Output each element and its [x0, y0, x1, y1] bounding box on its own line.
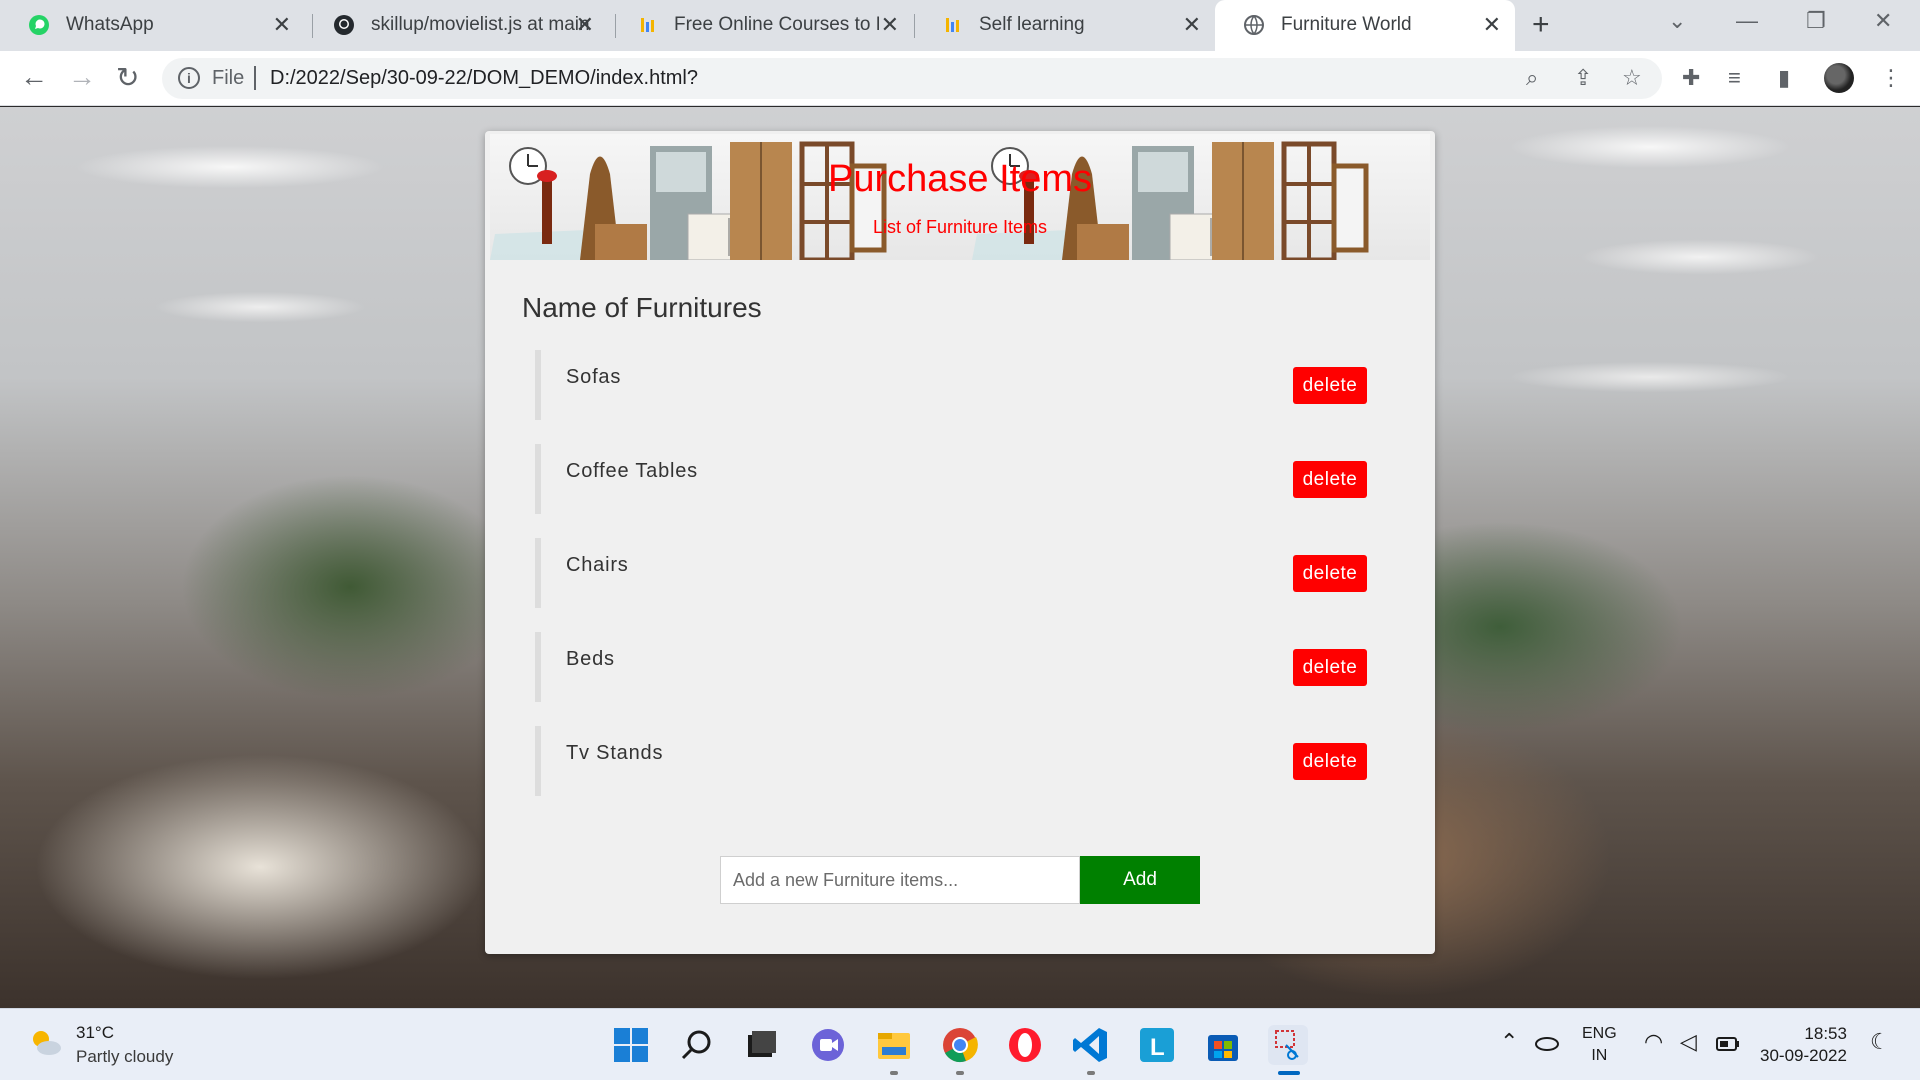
tab-title: Furniture World — [1281, 14, 1412, 35]
item-label: Coffee Tables — [566, 460, 698, 482]
tab-whatsapp[interactable]: WhatsApp ✕ — [0, 0, 305, 51]
extensions-icon[interactable]: ✚ — [1682, 65, 1700, 91]
delete-button[interactable]: delete — [1293, 649, 1367, 686]
delete-button[interactable]: delete — [1293, 367, 1367, 404]
reload-icon[interactable]: ↻ — [116, 61, 139, 94]
close-icon[interactable]: ✕ — [273, 12, 291, 38]
active-indicator — [1278, 1071, 1300, 1075]
avatar[interactable] — [1824, 63, 1854, 93]
store-icon[interactable] — [1203, 1025, 1243, 1065]
tab-strip: WhatsApp ✕ skillup/movielist.js at main … — [0, 0, 1920, 51]
lang-line2: IN — [1591, 1047, 1608, 1064]
minimize-icon[interactable]: — — [1736, 8, 1758, 34]
banner-title: Purchase Items — [828, 158, 1092, 200]
zoom-icon[interactable]: ⌕ — [1526, 65, 1538, 91]
close-icon[interactable]: ✕ — [576, 12, 594, 38]
info-icon[interactable]: i — [178, 67, 200, 89]
running-indicator — [890, 1071, 898, 1075]
language-indicator[interactable]: ENG IN — [1582, 1023, 1617, 1067]
forward-icon[interactable]: → — [68, 61, 96, 93]
running-indicator — [956, 1071, 964, 1075]
page-viewport: Purchase Items List of Furniture Items N… — [0, 107, 1920, 1008]
l-app-icon[interactable]: L — [1137, 1025, 1177, 1065]
address-url[interactable]: D:/2022/Sep/30-09-22/DOM_DEMO/index.html… — [270, 67, 698, 90]
tab-furniture-world[interactable]: Furniture World ✕ — [1215, 0, 1515, 51]
item-label: Beds — [566, 648, 615, 670]
close-icon[interactable]: ✕ — [1183, 12, 1201, 38]
battery-icon[interactable] — [1716, 1037, 1740, 1051]
new-item-input[interactable] — [720, 856, 1080, 904]
svg-text:L: L — [1150, 1034, 1165, 1061]
restore-icon[interactable]: ❐ — [1806, 8, 1826, 34]
furniture-card: Purchase Items List of Furniture Items N… — [485, 131, 1435, 954]
tab-github[interactable]: skillup/movielist.js at main ✕ — [305, 0, 608, 51]
tab-title: Self learning — [979, 14, 1085, 35]
partly-cloudy-icon[interactable] — [28, 1027, 62, 1057]
address-scheme: File — [212, 67, 245, 89]
banner: Purchase Items List of Furniture Items — [490, 134, 1430, 260]
clock-time: 18:53 — [1804, 1024, 1847, 1043]
lang-line1: ENG — [1582, 1025, 1617, 1042]
delete-button[interactable]: delete — [1293, 555, 1367, 592]
delete-button[interactable]: delete — [1293, 743, 1367, 780]
search-icon[interactable] — [677, 1025, 717, 1065]
vscode-icon[interactable] — [1071, 1025, 1111, 1065]
menu-icon[interactable]: ⋮ — [1880, 65, 1902, 91]
tab-search-icon[interactable]: ⌄ — [1668, 8, 1686, 34]
browser-toolbar: ← → ↻ i File D:/2022/Sep/30-09-22/DOM_DE… — [0, 51, 1920, 106]
list-item: Sofas delete — [535, 350, 1375, 420]
globe-icon — [1244, 15, 1264, 35]
item-label: Sofas — [566, 366, 622, 388]
section-title: Name of Furnitures — [522, 292, 762, 323]
item-label: Chairs — [566, 554, 629, 576]
opera-icon[interactable] — [1005, 1025, 1045, 1065]
share-icon[interactable]: ⇪ — [1574, 65, 1592, 91]
chart-icon — [641, 18, 654, 32]
add-button[interactable]: Add — [1080, 856, 1200, 904]
volume-icon[interactable]: ◁ — [1680, 1029, 1697, 1055]
back-icon[interactable]: ← — [20, 61, 48, 93]
file-explorer-icon[interactable] — [874, 1025, 914, 1065]
chrome-icon[interactable] — [940, 1025, 980, 1065]
github-icon — [334, 15, 354, 35]
tab-title: Free Online Courses to Pro — [674, 14, 879, 35]
side-panel-icon[interactable]: ▮ — [1778, 65, 1790, 91]
list-item: Coffee Tables delete — [535, 444, 1375, 514]
chevron-up-icon[interactable]: ⌃ — [1500, 1029, 1518, 1055]
media-icon[interactable]: ≡ — [1728, 65, 1741, 91]
snipping-tool-icon[interactable] — [1268, 1025, 1308, 1065]
weather-desc[interactable]: Partly cloudy — [76, 1047, 173, 1067]
close-icon[interactable]: ✕ — [881, 12, 899, 38]
tab-title: WhatsApp — [66, 14, 154, 35]
task-view-icon[interactable] — [742, 1025, 782, 1065]
wifi-icon[interactable]: ◠ — [1644, 1029, 1663, 1055]
whatsapp-icon — [29, 15, 49, 35]
chat-icon[interactable] — [808, 1025, 848, 1065]
item-label: Tv Stands — [566, 742, 664, 764]
list-item: Chairs delete — [535, 538, 1375, 608]
windows-start-icon[interactable] — [611, 1025, 651, 1065]
weather-temp[interactable]: 31°C — [76, 1023, 114, 1043]
onedrive-icon[interactable] — [1534, 1033, 1560, 1051]
chart-icon — [946, 18, 959, 32]
tab-courses[interactable]: Free Online Courses to Pro ✕ — [608, 0, 913, 51]
running-indicator — [1087, 1071, 1095, 1075]
address-separator — [254, 66, 256, 90]
delete-button[interactable]: delete — [1293, 461, 1367, 498]
taskbar: 31°C Partly cloudy L ⌃ ENG IN ◠ ◁ 18:53 … — [0, 1008, 1920, 1080]
banner-subtitle: List of Furniture Items — [872, 217, 1048, 237]
list-item: Beds delete — [535, 632, 1375, 702]
star-icon[interactable]: ☆ — [1622, 65, 1642, 91]
address-bar[interactable]: i File D:/2022/Sep/30-09-22/DOM_DEMO/ind… — [162, 58, 1662, 99]
tab-title: skillup/movielist.js at main — [371, 14, 590, 35]
close-window-icon[interactable]: ✕ — [1874, 8, 1892, 34]
clock-date: 30-09-2022 — [1760, 1046, 1847, 1065]
tab-self-learning[interactable]: Self learning ✕ — [913, 0, 1215, 51]
new-tab-icon[interactable]: + — [1532, 8, 1550, 42]
moon-icon[interactable]: ☾ — [1870, 1029, 1890, 1055]
list-item: Tv Stands delete — [535, 726, 1375, 796]
close-icon[interactable]: ✕ — [1483, 12, 1501, 38]
clock[interactable]: 18:53 30-09-2022 — [1760, 1023, 1847, 1067]
